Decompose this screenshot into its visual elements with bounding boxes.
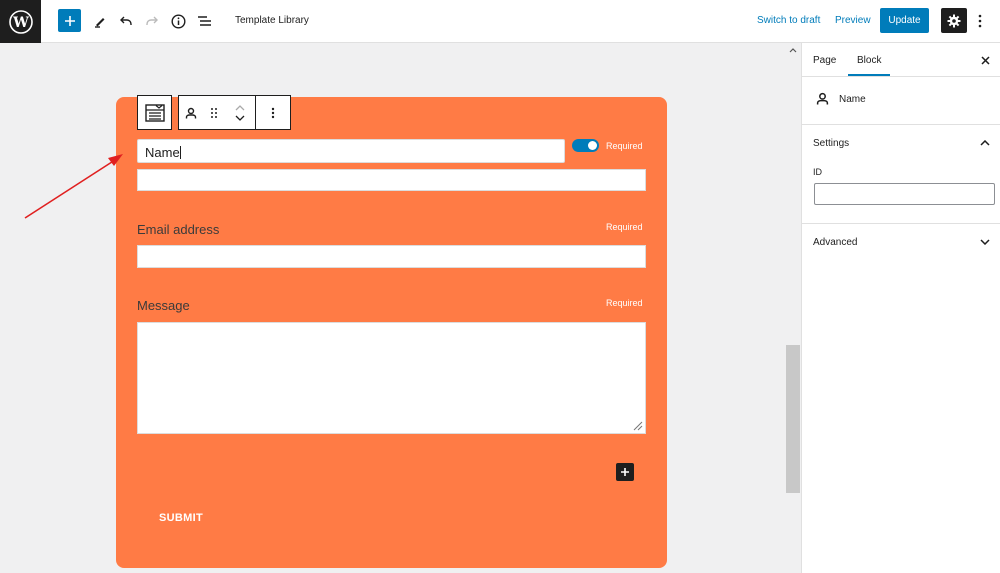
- svg-text:W: W: [12, 15, 29, 31]
- block-options-icon[interactable]: [256, 96, 290, 129]
- message-required-label: Required: [606, 298, 643, 308]
- resize-handle-icon[interactable]: [631, 419, 643, 431]
- options-more-icon[interactable]: [972, 10, 988, 32]
- advanced-panel-title[interactable]: Advanced: [813, 237, 857, 248]
- redo-icon[interactable]: [140, 9, 164, 33]
- tools-pencil-icon[interactable]: [88, 9, 112, 33]
- person-block-icon: [816, 92, 829, 110]
- email-required-label: Required: [606, 222, 643, 232]
- sidebar-divider: [802, 76, 1000, 77]
- settings-sidebar: Page Block Name Settings ID Advanced: [801, 43, 1000, 573]
- name-label-text: Name: [145, 145, 180, 160]
- name-required-toggle[interactable]: [572, 139, 599, 152]
- editor-top-bar: W Template Library Switch to draft Previ…: [0, 0, 1000, 43]
- message-textarea[interactable]: [137, 322, 646, 434]
- id-field-label: ID: [813, 167, 822, 177]
- block-actions-group: [178, 95, 291, 130]
- form-block-icon[interactable]: [138, 96, 171, 129]
- id-input[interactable]: [814, 183, 995, 205]
- details-info-icon[interactable]: [166, 9, 190, 33]
- undo-icon[interactable]: [114, 9, 138, 33]
- wordpress-logo-icon[interactable]: W: [0, 0, 41, 43]
- drag-handle-icon[interactable]: [203, 96, 225, 129]
- settings-panel-title[interactable]: Settings: [813, 138, 849, 149]
- message-label: Message: [137, 298, 190, 313]
- document-title[interactable]: Template Library: [235, 15, 309, 26]
- name-required-label: Required: [606, 141, 643, 151]
- close-sidebar-icon[interactable]: [979, 54, 991, 66]
- sidebar-divider: [802, 223, 1000, 224]
- add-field-plus-icon[interactable]: [616, 463, 634, 481]
- name-input[interactable]: [137, 169, 646, 191]
- submit-button[interactable]: SUBMIT: [159, 512, 203, 524]
- tab-block[interactable]: Block: [857, 55, 881, 66]
- chevron-up-icon[interactable]: [979, 137, 991, 149]
- tab-page[interactable]: Page: [813, 55, 836, 66]
- settings-gear-icon[interactable]: [941, 8, 967, 33]
- move-up-down-icon[interactable]: [225, 96, 255, 129]
- scroll-up-arrow-icon[interactable]: [787, 45, 799, 55]
- list-view-icon[interactable]: [192, 9, 216, 33]
- email-input[interactable]: [137, 245, 646, 268]
- update-button[interactable]: Update: [880, 8, 929, 33]
- toggle-knob: [588, 141, 597, 150]
- block-toolbar: [137, 95, 291, 130]
- person-block-icon[interactable]: [179, 96, 203, 129]
- name-label-editor[interactable]: Name: [137, 139, 565, 163]
- block-type-group: [137, 95, 172, 130]
- text-caret: [179, 146, 181, 159]
- block-card-title: Name: [839, 94, 866, 105]
- add-block-button[interactable]: [58, 9, 81, 32]
- email-label: Email address: [137, 222, 220, 237]
- switch-to-draft-button[interactable]: Switch to draft: [757, 15, 820, 26]
- sidebar-divider: [802, 124, 1000, 125]
- chevron-down-icon[interactable]: [979, 236, 991, 248]
- canvas-scrollbar-thumb[interactable]: [786, 345, 800, 493]
- preview-button[interactable]: Preview: [835, 15, 871, 26]
